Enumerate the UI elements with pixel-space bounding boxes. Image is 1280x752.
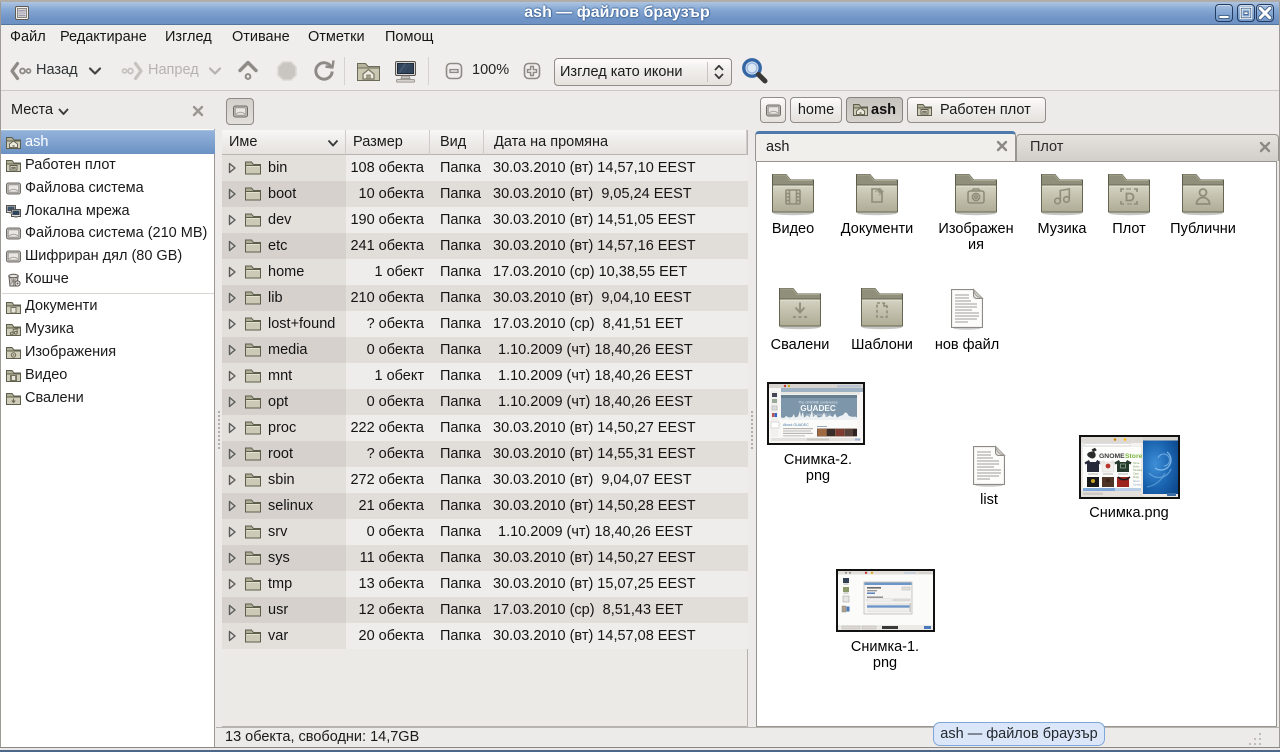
svg-text:July 24-30th 2010: July 24-30th 2010 — [805, 413, 831, 417]
svg-text:About GUADEC: About GUADEC — [783, 423, 809, 427]
svg-text:Mugs: Mugs — [1133, 476, 1140, 479]
svg-text:GUADEC: GUADEC — [800, 404, 836, 413]
svg-text:Store: Store — [1125, 453, 1143, 460]
svg-text:Contact: Contact — [1133, 484, 1142, 487]
svg-text:GNOME: GNOME — [1099, 453, 1125, 460]
